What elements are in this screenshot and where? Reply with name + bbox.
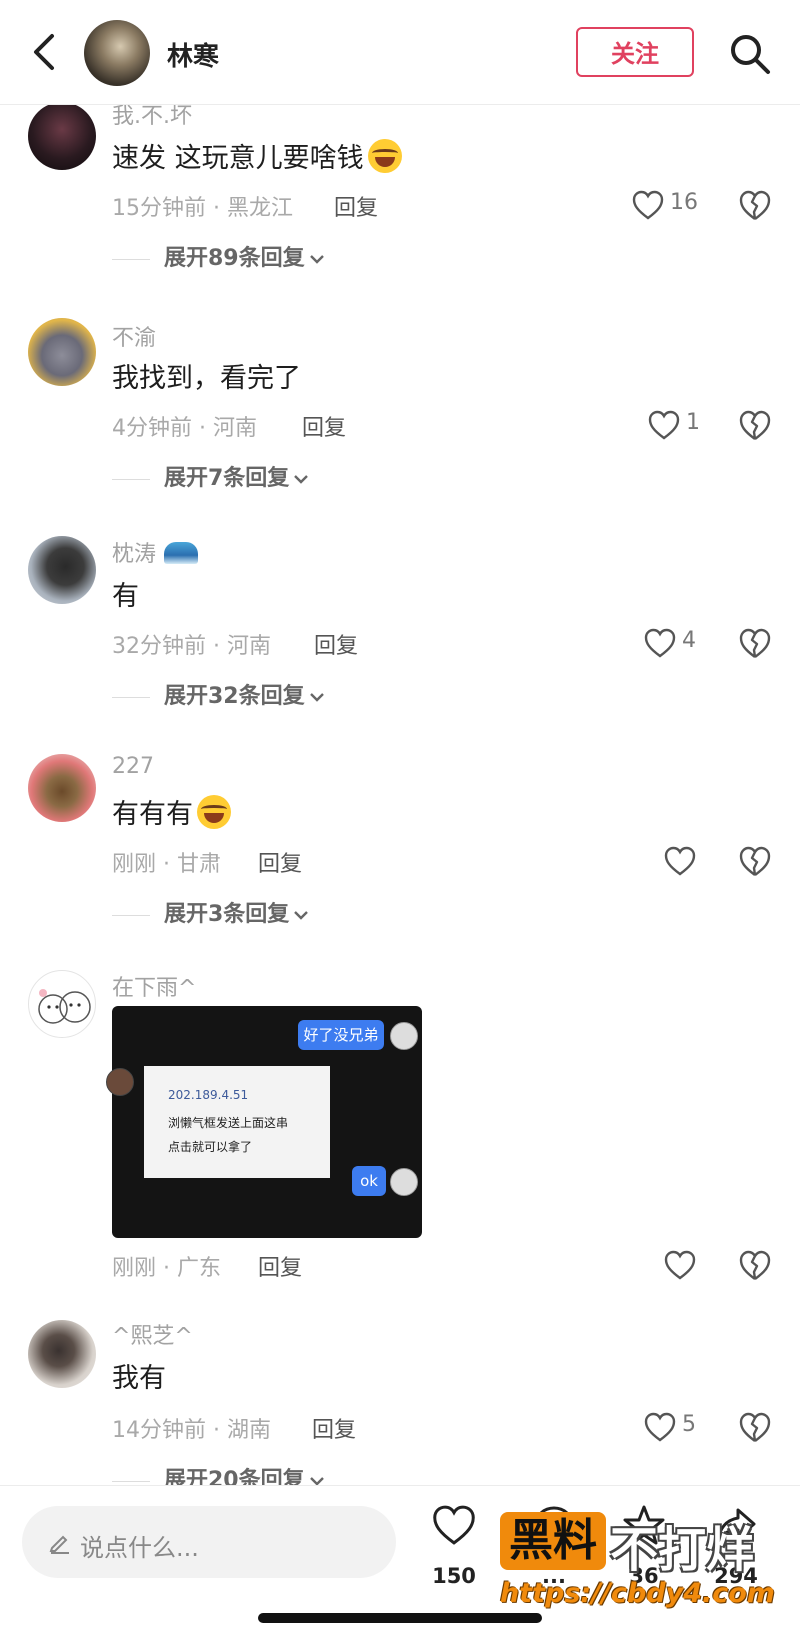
- comment-meta: 4分钟前 · 河南: [112, 416, 257, 441]
- comment-meta: 15分钟前 · 黑龙江: [112, 196, 293, 221]
- comment-input[interactable]: 说点什么...: [22, 1506, 396, 1578]
- commenter-avatar[interactable]: [28, 536, 96, 604]
- like-button[interactable]: 4: [644, 626, 712, 660]
- commenter-avatar[interactable]: [28, 970, 96, 1038]
- chevron-down-icon: [294, 911, 309, 920]
- comment-image[interactable]: 好了没兄弟 202.189.4.51 浏懒气框发送上面这串 点击就可以拿了 ok: [106, 1006, 422, 1238]
- like-button[interactable]: 1: [648, 408, 712, 442]
- heart-icon: [648, 410, 680, 440]
- wave-emoji-icon: [164, 542, 199, 564]
- heart-icon: [664, 846, 696, 876]
- comment-meta: 刚刚 · 广东: [112, 1256, 221, 1281]
- search-icon[interactable]: [728, 32, 772, 76]
- expand-replies-button[interactable]: 展开89条回复: [112, 240, 325, 272]
- like-button[interactable]: 16: [632, 188, 712, 222]
- chevron-down-icon: [294, 475, 309, 484]
- chat-avatar: [106, 1068, 134, 1096]
- chat-avatar: [390, 1168, 418, 1196]
- comment-meta: 32分钟前 · 河南: [112, 634, 271, 659]
- input-placeholder: 说点什么...: [80, 1534, 199, 1562]
- expand-replies-button[interactable]: 展开3条回复: [112, 896, 309, 928]
- like-count: 4: [682, 628, 696, 653]
- author-name[interactable]: 林寒: [167, 36, 219, 73]
- home-indicator: [258, 1613, 542, 1623]
- like-button[interactable]: [664, 844, 700, 878]
- expand-replies-button[interactable]: 展开32条回复: [112, 678, 325, 710]
- heart-icon: [644, 628, 676, 658]
- heart-icon: [632, 190, 664, 220]
- back-arrow-icon[interactable]: [28, 32, 64, 72]
- comment-item: 227 有有有 刚刚 · 甘肃 回复 展开3条回复: [0, 750, 800, 940]
- comment-text: 我有: [112, 1363, 166, 1394]
- comment-meta: 14分钟前 · 湖南: [112, 1418, 271, 1443]
- divider-line: [112, 1480, 150, 1482]
- heart-icon: [433, 1505, 475, 1545]
- like-action[interactable]: 150: [424, 1504, 484, 1594]
- divider-line: [112, 258, 150, 260]
- chat-bubble: ok: [352, 1166, 386, 1196]
- expand-replies-button[interactable]: 展开7条回复: [112, 460, 309, 492]
- cartoon-avatar-icon: [38, 989, 91, 1024]
- chevron-down-icon: [309, 693, 324, 702]
- commenter-avatar[interactable]: [28, 1320, 96, 1388]
- ip-text: 202.189.4.51: [168, 1088, 249, 1102]
- chevron-down-icon: [309, 255, 324, 264]
- comment-text: 速发 这玩意儿要啥钱: [112, 136, 402, 175]
- watermark-url: https://cbdy4.com: [500, 1578, 775, 1609]
- commenter-name[interactable]: ^熙芝^: [112, 1318, 193, 1350]
- broken-heart-icon[interactable]: [738, 844, 772, 878]
- commenter-avatar[interactable]: [28, 318, 96, 386]
- broken-heart-icon[interactable]: [738, 188, 772, 222]
- comment-item: 我.不.坏 速发 这玩意儿要啥钱 15分钟前 · 黑龙江 回复 16 展开89条…: [0, 96, 800, 286]
- broken-heart-icon[interactable]: [738, 1248, 772, 1282]
- like-total: 150: [432, 1564, 476, 1588]
- commenter-name[interactable]: 不渝: [112, 320, 156, 352]
- author-avatar[interactable]: [84, 20, 150, 86]
- message-line: 点击就可以拿了: [168, 1140, 253, 1154]
- heart-icon: [644, 1412, 676, 1442]
- broken-heart-icon[interactable]: [738, 626, 772, 660]
- reply-button[interactable]: 回复: [314, 628, 358, 660]
- watermark-badge: 黑料: [500, 1512, 606, 1570]
- like-count: 5: [682, 1412, 696, 1437]
- like-button[interactable]: [664, 1248, 700, 1282]
- broken-heart-icon[interactable]: [738, 408, 772, 442]
- watermark-text: 不打烊: [610, 1522, 755, 1578]
- chat-avatar: [390, 1022, 418, 1050]
- comment-item: ^熙芝^ 我有 14分钟前 · 湖南 回复 5 展开20条回复: [0, 1316, 800, 1496]
- like-count: 16: [670, 190, 698, 215]
- comment-text: 有有有: [112, 792, 231, 831]
- follow-button[interactable]: 关注: [576, 27, 694, 77]
- commenter-name[interactable]: 在下雨^: [112, 970, 196, 1002]
- pencil-icon: [49, 1535, 69, 1554]
- commenter-name[interactable]: 227: [112, 754, 154, 779]
- commenter-name[interactable]: 枕涛: [112, 536, 199, 568]
- laughing-emoji-icon: [197, 795, 231, 829]
- reply-button[interactable]: 回复: [258, 1250, 302, 1282]
- like-count: 1: [686, 410, 700, 435]
- commenter-avatar[interactable]: [28, 102, 96, 170]
- divider-line: [112, 914, 150, 916]
- reply-button[interactable]: 回复: [312, 1412, 356, 1444]
- comment-text: 我找到，看完了: [112, 363, 301, 394]
- commenter-avatar[interactable]: [28, 754, 96, 822]
- comment-item: 枕涛 有 32分钟前 · 河南 回复 4 展开32条回复: [0, 532, 800, 722]
- like-button[interactable]: 5: [644, 1410, 712, 1444]
- comment-text: 有: [112, 581, 139, 612]
- comment-item: 不渝 我找到，看完了 4分钟前 · 河南 回复 1 展开7条回复: [0, 314, 800, 504]
- reply-button[interactable]: 回复: [334, 190, 378, 222]
- comment-meta: 刚刚 · 甘肃: [112, 852, 221, 877]
- laughing-emoji-icon: [367, 139, 402, 173]
- reply-button[interactable]: 回复: [302, 410, 346, 442]
- message-line: 浏懒气框发送上面这串: [168, 1116, 289, 1130]
- broken-heart-icon[interactable]: [738, 1410, 772, 1444]
- chat-bubble: 好了没兄弟: [298, 1020, 384, 1050]
- divider-line: [112, 696, 150, 698]
- divider-line: [112, 478, 150, 480]
- reply-button[interactable]: 回复: [258, 846, 302, 878]
- chat-message: 202.189.4.51 浏懒气框发送上面这串 点击就可以拿了: [144, 1066, 330, 1178]
- top-bar: 林寒 关注: [0, 0, 800, 105]
- heart-icon: [664, 1250, 696, 1280]
- watermark: 黑料 不打烊 https://cbdy4.com: [500, 1508, 800, 1618]
